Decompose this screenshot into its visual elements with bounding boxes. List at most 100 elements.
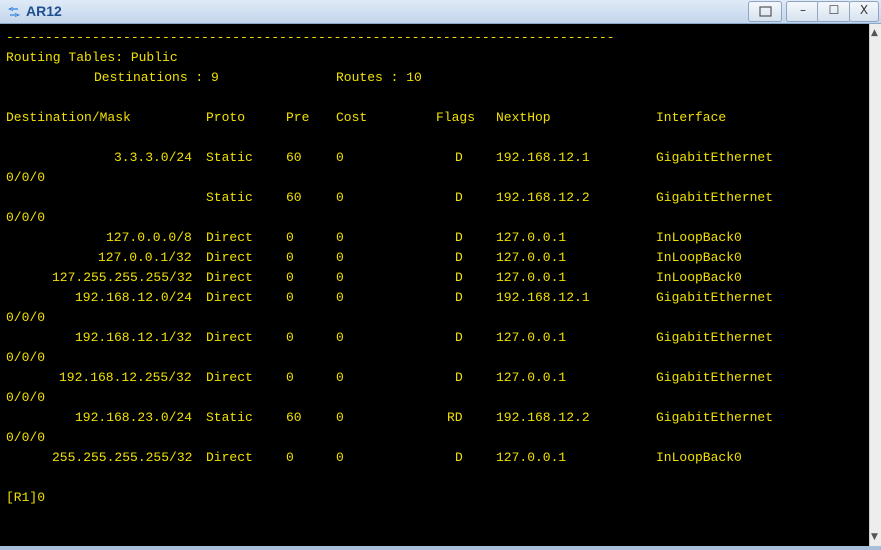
route-proto: Direct	[206, 450, 253, 465]
route-pre: 60	[286, 190, 302, 205]
route-interface: InLoopBack0	[656, 450, 742, 465]
route-pre: 60	[286, 410, 302, 425]
restore-icon	[759, 6, 772, 17]
route-flags: D	[455, 450, 463, 465]
summary-line: Destinations : 9 Routes : 10	[6, 68, 422, 88]
routes-count: Routes : 10	[336, 70, 422, 85]
route-interface: GigabitEthernet	[656, 370, 774, 385]
route-proto: Static	[206, 150, 253, 165]
route-destination: 192.168.12.255/32	[59, 370, 192, 385]
route-cost: 0	[336, 330, 344, 345]
route-flags: D	[455, 230, 463, 245]
route-cost: 0	[336, 370, 344, 385]
route-destination: 127.0.0.1/32	[98, 250, 192, 265]
route-destination: 192.168.12.1/32	[75, 330, 193, 345]
routing-table-heading: Routing Tables: Public	[6, 50, 178, 65]
route-interface-continuation: 0/0/0	[6, 390, 46, 405]
route-pre: 0	[286, 250, 294, 265]
route-nexthop: 192.168.12.1	[496, 290, 590, 305]
route-destination: 255.255.255.255/32	[52, 450, 193, 465]
route-pre: 0	[286, 330, 294, 345]
separator-line: ----------------------------------------…	[6, 30, 615, 45]
column-header: Interface	[656, 110, 727, 125]
route-destination: 192.168.23.0/24	[75, 410, 193, 425]
cli-prompt[interactable]: [R1]0	[6, 488, 45, 508]
route-interface: GigabitEthernet	[656, 410, 774, 425]
column-header: Flags	[436, 110, 476, 125]
route-flags: RD	[447, 410, 463, 425]
route-cost: 0	[336, 230, 344, 245]
maximize-icon: ☐	[828, 3, 840, 17]
route-cost: 0	[336, 250, 344, 265]
title-bar[interactable]: AR12 – ☐ X	[0, 0, 881, 24]
route-pre: 0	[286, 270, 294, 285]
route-nexthop: 192.168.12.2	[496, 190, 590, 205]
table-header: Destination/Mask Proto Pre Cost Flags Ne…	[6, 108, 726, 128]
route-destination: 192.168.12.0/24	[75, 290, 193, 305]
route-destination: 127.0.0.0/8	[106, 230, 192, 245]
column-header: NextHop	[496, 110, 551, 125]
route-nexthop: 192.168.12.1	[496, 150, 590, 165]
route-pre: 0	[286, 450, 294, 465]
route-cost: 0	[336, 150, 344, 165]
route-nexthop: 127.0.0.1	[496, 450, 567, 465]
route-proto: Direct	[206, 250, 253, 265]
route-nexthop: 127.0.0.1	[496, 230, 567, 245]
route-interface: InLoopBack0	[656, 270, 742, 285]
maximize-button[interactable]: ☐	[817, 1, 851, 22]
route-pre: 0	[286, 370, 294, 385]
column-header: Proto	[206, 110, 246, 125]
route-proto: Direct	[206, 230, 253, 245]
route-nexthop: 127.0.0.1	[496, 270, 567, 285]
route-proto: Direct	[206, 330, 253, 345]
vertical-scrollbar[interactable]: ▲ ▼	[869, 24, 881, 546]
route-proto: Direct	[206, 370, 253, 385]
route-nexthop: 127.0.0.1	[496, 330, 567, 345]
route-interface-continuation: 0/0/0	[6, 350, 46, 365]
route-cost: 0	[336, 410, 344, 425]
route-nexthop: 127.0.0.1	[496, 250, 567, 265]
route-flags: D	[455, 290, 463, 305]
restore-button[interactable]	[748, 1, 782, 22]
route-interface-continuation: 0/0/0	[6, 210, 46, 225]
route-flags: D	[455, 250, 463, 265]
column-header: Cost	[336, 110, 368, 125]
scroll-up-icon[interactable]: ▲	[871, 28, 878, 38]
close-icon: X	[859, 3, 869, 17]
route-nexthop: 192.168.12.2	[496, 410, 590, 425]
terminal-console[interactable]: ----------------------------------------…	[0, 24, 869, 546]
route-interface: GigabitEthernet	[656, 190, 774, 205]
route-nexthop: 127.0.0.1	[496, 370, 567, 385]
route-proto: Static	[206, 410, 253, 425]
route-pre: 0	[286, 230, 294, 245]
destinations-count: Destinations : 9	[94, 70, 219, 85]
route-interface-continuation: 0/0/0	[6, 430, 46, 445]
route-interface: GigabitEthernet	[656, 330, 774, 345]
window-title: AR12	[26, 3, 62, 19]
window-bottom-border	[0, 546, 881, 550]
minimize-icon: –	[800, 3, 806, 17]
route-pre: 60	[286, 150, 302, 165]
route-interface-continuation: 0/0/0	[6, 310, 46, 325]
route-interface-continuation: 0/0/0	[6, 170, 46, 185]
route-cost: 0	[336, 450, 344, 465]
route-pre: 0	[286, 290, 294, 305]
route-flags: D	[455, 150, 463, 165]
route-proto: Static	[206, 190, 253, 205]
route-cost: 0	[336, 270, 344, 285]
column-header: Destination/Mask	[6, 110, 131, 125]
minimize-button[interactable]: –	[786, 1, 820, 22]
route-proto: Direct	[206, 270, 253, 285]
close-button[interactable]: X	[849, 1, 879, 22]
route-interface: InLoopBack0	[656, 250, 742, 265]
column-header: Pre	[286, 110, 310, 125]
route-cost: 0	[336, 190, 344, 205]
route-destination: 127.255.255.255/32	[52, 270, 193, 285]
route-destination: 3.3.3.0/24	[114, 150, 193, 165]
router-app-icon	[8, 7, 20, 17]
route-cost: 0	[336, 290, 344, 305]
route-interface: InLoopBack0	[656, 230, 742, 245]
scroll-down-icon[interactable]: ▼	[871, 532, 878, 542]
route-flags: D	[455, 370, 463, 385]
route-flags: D	[455, 190, 463, 205]
